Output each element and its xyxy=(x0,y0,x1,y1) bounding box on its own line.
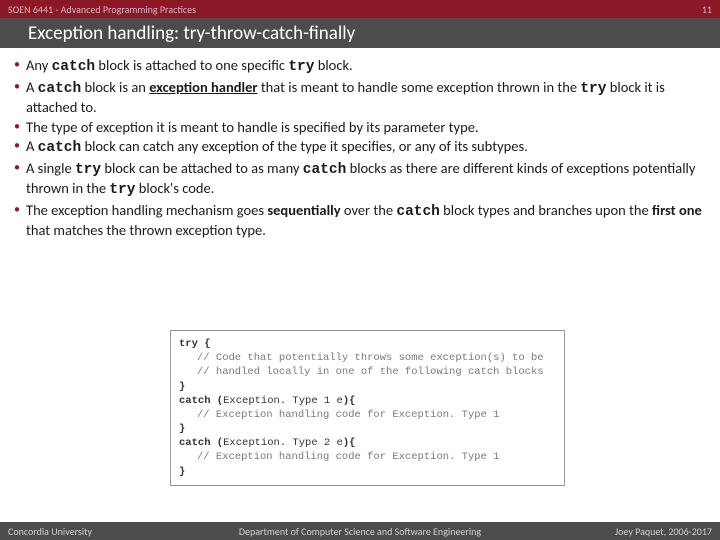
list-item: Any catch block is attached to one speci… xyxy=(10,56,704,77)
slide-title-bar: Exception handling: try-throw-catch-fina… xyxy=(0,18,720,48)
page-number: 11 xyxy=(702,3,712,16)
footer-right: Joey Paquet, 2006-2017 xyxy=(615,525,712,538)
content-area: Any catch block is attached to one speci… xyxy=(0,48,720,240)
course-code: SOEN 6441 - Advanced Programming Practic… xyxy=(8,3,196,16)
slide-title: Exception handling: try-throw-catch-fina… xyxy=(28,22,355,45)
footer-bar: Concordia University Department of Compu… xyxy=(0,522,720,540)
list-item: The exception handling mechanism goes se… xyxy=(10,201,704,240)
footer-center: Department of Computer Science and Softw… xyxy=(0,525,720,538)
list-item: A catch block can catch any exception of… xyxy=(10,137,704,158)
bullet-list: Any catch block is attached to one speci… xyxy=(10,56,704,240)
list-item: A catch block is an exception handler th… xyxy=(10,78,704,117)
list-item: The type of exception it is meant to han… xyxy=(10,118,704,137)
list-item: A single try block can be attached to as… xyxy=(10,159,704,200)
header-bar: SOEN 6441 - Advanced Programming Practic… xyxy=(0,0,720,18)
code-example: try { // Code that potentially throws so… xyxy=(170,330,565,486)
footer-left: Concordia University xyxy=(8,525,92,538)
